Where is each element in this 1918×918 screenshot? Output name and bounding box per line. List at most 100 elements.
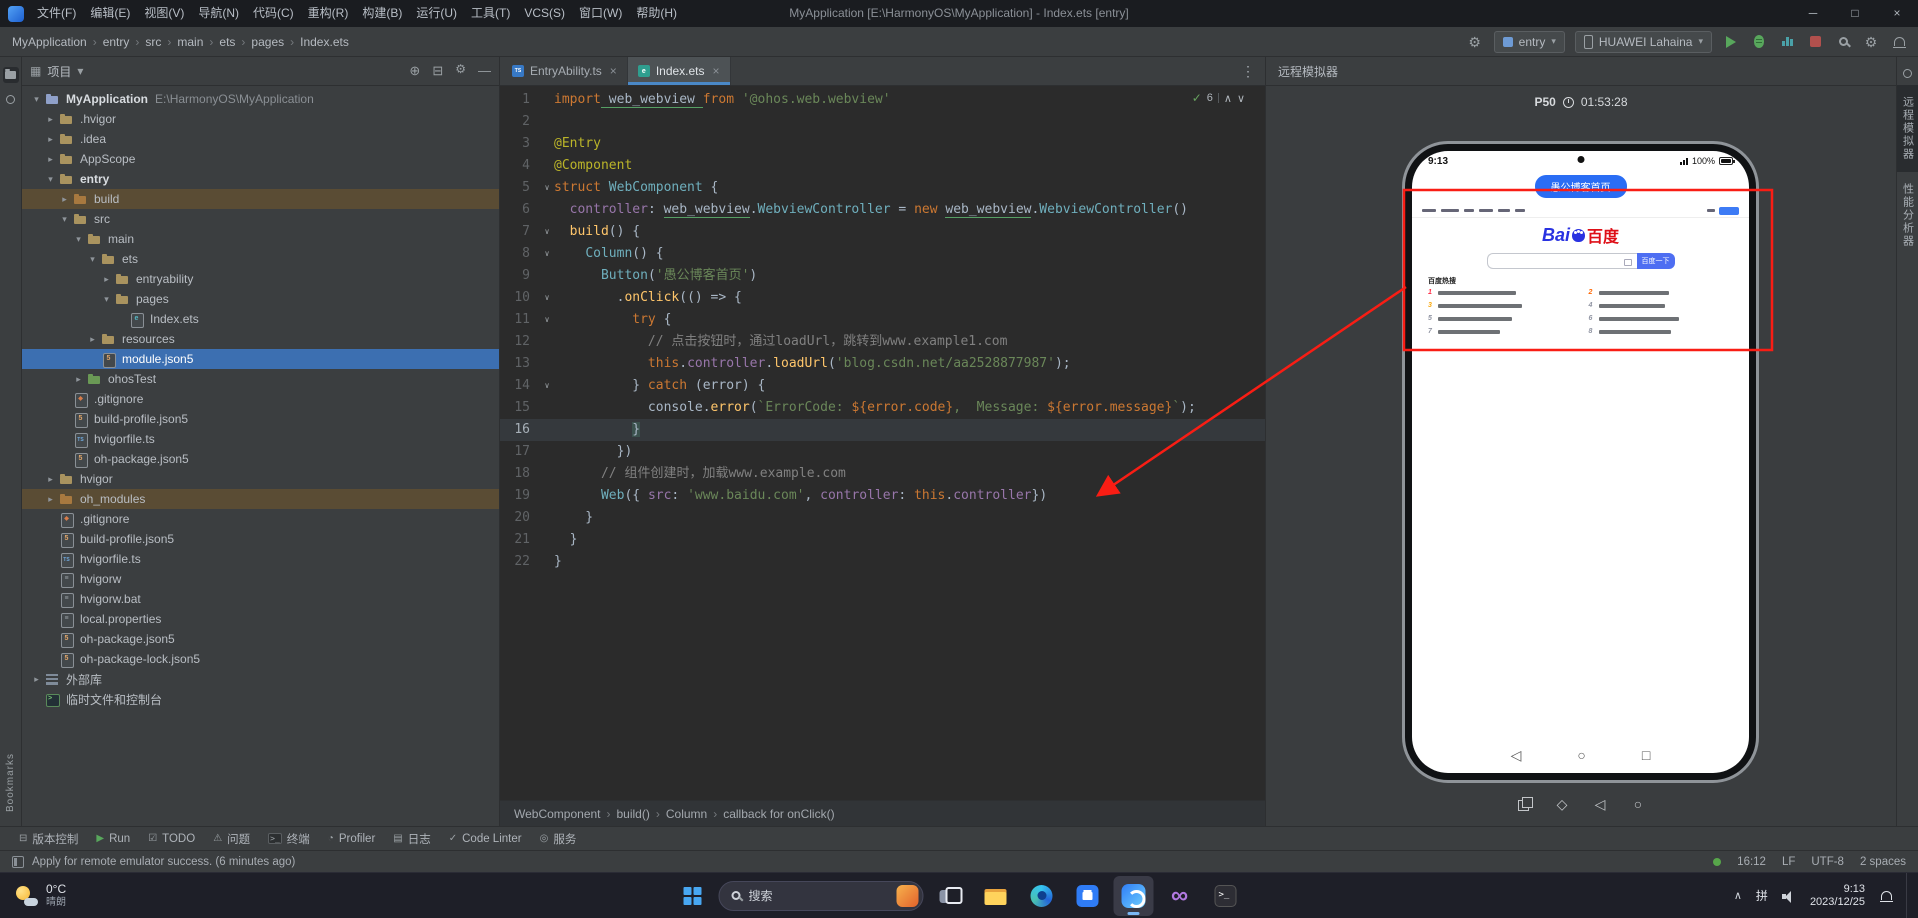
editor-breadcrumb-item-0[interactable]: WebComponent <box>512 807 603 821</box>
expand-arrow-icon[interactable]: ▾ <box>72 234 85 245</box>
notification-bell-icon[interactable] <box>1880 891 1893 902</box>
line-number[interactable]: 7 <box>500 221 540 243</box>
terminal-taskbar-icon[interactable] <box>1206 876 1246 916</box>
code-line-2[interactable]: 2 <box>500 111 1265 133</box>
phone-recents-icon[interactable]: □ <box>1642 747 1650 763</box>
tree-item-Index.ets[interactable]: Index.ets <box>22 309 499 329</box>
tree-item-module.json5[interactable]: module.json5 <box>22 349 499 369</box>
breadcrumb-item-4[interactable]: ets <box>217 35 237 49</box>
tree-item-build-profile.json5[interactable]: build-profile.json5 <box>22 529 499 549</box>
prev-issue-icon[interactable]: ∧ <box>1224 92 1232 105</box>
screenshot-icon[interactable] <box>1516 796 1533 812</box>
toolwindow-terminal-button[interactable]: >_ 终端 <box>259 827 319 851</box>
code-line-8[interactable]: 8 ∨ Column() { <box>500 243 1265 265</box>
tray-overflow-chevron-icon[interactable]: ∧ <box>1734 889 1742 902</box>
locate-file-icon[interactable]: ⊕ <box>409 63 420 79</box>
maximize-icon[interactable]: □ <box>1834 0 1876 27</box>
tree-item-hvigorfile.ts[interactable]: hvigorfile.ts <box>22 549 499 569</box>
structure-stripe-button[interactable] <box>3 91 19 107</box>
line-number[interactable]: 5 <box>500 177 540 199</box>
code-line-19[interactable]: 19 Web({ src: 'www.baidu.com', controlle… <box>500 485 1265 507</box>
tool-stripe-button-0[interactable]: 远程模拟器 <box>1896 85 1918 172</box>
baidu-search-input[interactable] <box>1486 253 1637 269</box>
edge-taskbar-icon[interactable] <box>1022 876 1062 916</box>
taskbar-search[interactable]: 搜索 <box>718 880 924 911</box>
line-number[interactable]: 2 <box>500 111 540 133</box>
line-number[interactable]: 17 <box>500 441 540 463</box>
expand-arrow-icon[interactable]: ▸ <box>86 334 99 345</box>
expand-arrow-icon[interactable]: ▸ <box>72 374 85 385</box>
app-button[interactable]: 愚公博客首页 <box>1534 175 1627 198</box>
code-line-5[interactable]: 5 ∨ struct WebComponent { <box>500 177 1265 199</box>
breadcrumb-item-0[interactable]: MyApplication <box>10 35 89 49</box>
tab-index-ets[interactable]: Index.ets × <box>627 57 731 85</box>
tree-item-pages[interactable]: ▾ pages <box>22 289 499 309</box>
line-number[interactable]: 21 <box>500 529 540 551</box>
line-number[interactable]: 19 <box>500 485 540 507</box>
code-line-11[interactable]: 11 ∨ try { <box>500 309 1265 331</box>
hot-search-item[interactable]: 5 <box>1428 315 1573 322</box>
code-line-14[interactable]: 14 ∨ } catch (error) { <box>500 375 1265 397</box>
tree-item-AppScope[interactable]: ▸ AppScope <box>22 149 499 169</box>
tree-item-src[interactable]: ▾ src <box>22 209 499 229</box>
phone-screen[interactable]: 9:13 100% 愚公博客首页 Bai 百度 百度一下 百度热搜 1 2 3 … <box>1412 151 1749 773</box>
cursor-position[interactable]: 16:12 <box>1737 856 1766 868</box>
project-stripe-button[interactable] <box>2 67 19 83</box>
menu-item-4[interactable]: 代码(C) <box>246 0 301 27</box>
menu-item-3[interactable]: 导航(N) <box>191 0 246 27</box>
menu-item-6[interactable]: 构建(B) <box>355 0 409 27</box>
tree-item-ohosTest[interactable]: ▸ ohosTest <box>22 369 499 389</box>
minimize-icon[interactable]: ─ <box>1792 0 1834 27</box>
expand-arrow-icon[interactable]: ▸ <box>58 194 71 205</box>
file-encoding[interactable]: UTF-8 <box>1811 856 1844 868</box>
code-line-4[interactable]: 4 @Component <box>500 155 1265 177</box>
weather-widget[interactable]: 0°C 晴朗 <box>0 882 80 909</box>
profiler-button[interactable] <box>1778 33 1796 51</box>
tree-item-.hvigor[interactable]: ▸ .hvigor <box>22 109 499 129</box>
taskbar-clock[interactable]: 9:13 2023/12/25 <box>1810 883 1865 909</box>
fold-icon[interactable]: ∨ <box>540 221 554 243</box>
hot-search-item[interactable]: 3 <box>1428 302 1573 309</box>
fold-icon[interactable]: ∨ <box>540 309 554 331</box>
phone-home-icon[interactable]: ○ <box>1577 747 1585 763</box>
tree-item-oh-package-lock.json5[interactable]: oh-package-lock.json5 <box>22 649 499 669</box>
toolwindow-vcs-button[interactable]: ⊟ 版本控制 <box>10 827 87 851</box>
debug-button[interactable] <box>1750 33 1768 51</box>
back-icon[interactable]: ◁ <box>1592 796 1608 812</box>
code-line-10[interactable]: 10 ∨ .onClick(() => { <box>500 287 1265 309</box>
device-selector[interactable]: HUAWEI Lahaina ▾ <box>1574 30 1712 53</box>
hot-search-item[interactable]: 2 <box>1589 289 1734 296</box>
tree-item-entry[interactable]: ▾ entry <box>22 169 499 189</box>
rotate-icon[interactable]: ◇ <box>1554 796 1570 812</box>
code-line-16[interactable]: 16 } <box>500 419 1265 441</box>
line-number[interactable]: 16 <box>500 419 540 441</box>
start-button[interactable] <box>673 876 713 916</box>
hide-panel-icon[interactable]: — <box>478 63 491 79</box>
toolwindow-problems-button[interactable]: ⚠ 问题 <box>204 827 259 851</box>
menu-item-0[interactable]: 文件(F) <box>30 0 83 27</box>
show-desktop-button[interactable] <box>1906 872 1910 918</box>
code-line-18[interactable]: 18 // 组件创建时，加载www.example.com <box>500 463 1265 485</box>
store-taskbar-icon[interactable] <box>1068 876 1108 916</box>
tab-entryability-ts[interactable]: EntryAbility.ts × <box>502 57 628 85</box>
tree-item-build[interactable]: ▸ build <box>22 189 499 209</box>
notifications-button[interactable] <box>1890 33 1908 51</box>
deveco-taskbar-icon[interactable] <box>1113 875 1154 916</box>
fold-icon[interactable]: ∨ <box>540 177 554 199</box>
editor-breadcrumb-item-3[interactable]: callback for onClick() <box>721 807 836 821</box>
fold-icon[interactable]: ∨ <box>540 375 554 397</box>
expand-arrow-icon[interactable]: ▸ <box>44 134 57 145</box>
menu-item-8[interactable]: 工具(T) <box>464 0 517 27</box>
tree-item-oh-package.json5[interactable]: oh-package.json5 <box>22 449 499 469</box>
line-number[interactable]: 10 <box>500 287 540 309</box>
hot-search-item[interactable]: 7 <box>1428 328 1573 335</box>
ime-indicator[interactable]: 拼 <box>1756 887 1768 904</box>
expand-arrow-icon[interactable]: ▾ <box>58 214 71 225</box>
tree-item-row-29[interactable]: ▸ 外部库 <box>22 669 499 689</box>
menu-item-11[interactable]: 帮助(H) <box>629 0 684 27</box>
expand-arrow-icon[interactable]: ▸ <box>44 494 57 505</box>
menu-item-1[interactable]: 编辑(E) <box>83 0 137 27</box>
expand-arrow-icon[interactable]: ▸ <box>44 114 57 125</box>
collapse-all-icon[interactable]: ⊟ <box>432 63 443 79</box>
indent-setting[interactable]: 2 spaces <box>1860 856 1906 868</box>
